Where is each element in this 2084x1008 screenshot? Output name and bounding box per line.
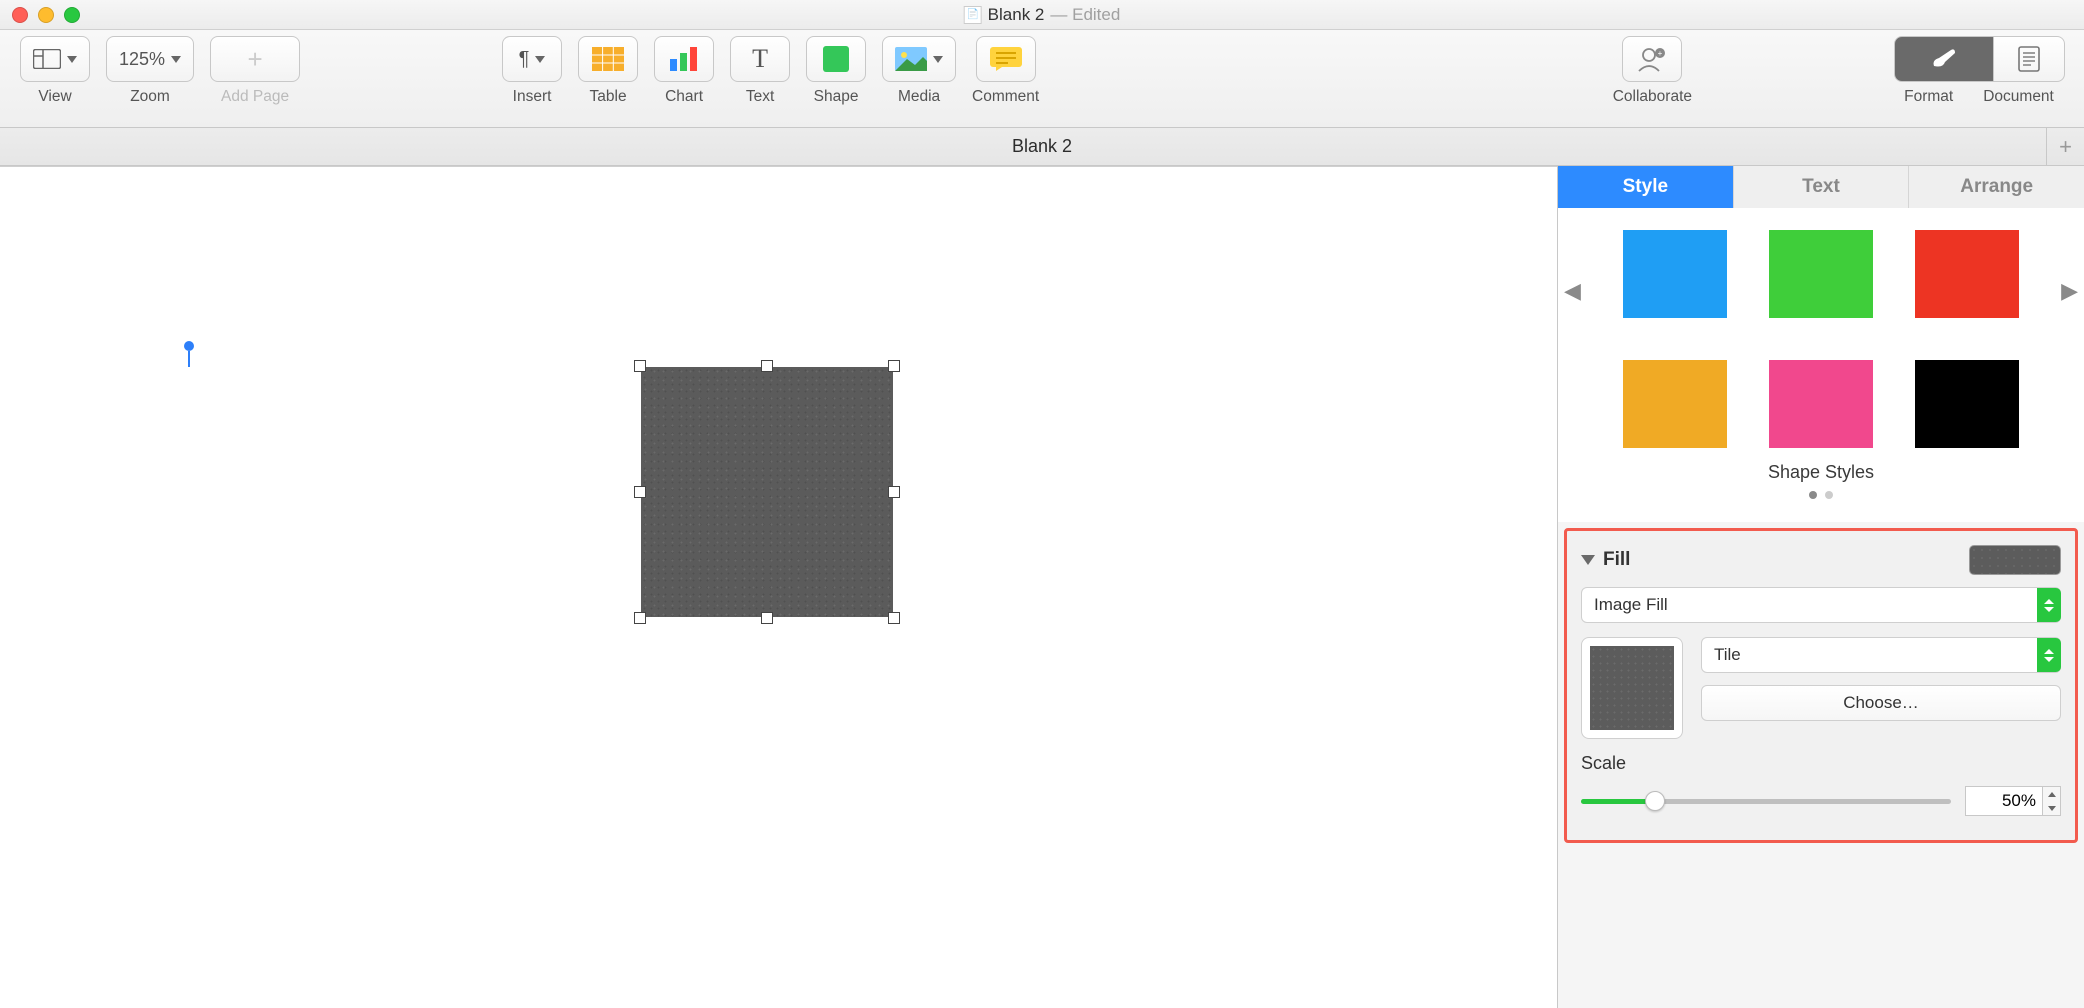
scale-value-input[interactable] [1965, 786, 2043, 816]
collaborate-button[interactable]: + [1622, 36, 1682, 82]
inspector-tab-text[interactable]: Text [1734, 166, 1910, 208]
paintbrush-icon [1929, 48, 1959, 70]
fill-heading: Fill [1603, 549, 1961, 571]
fill-type-popup[interactable]: Image Fill [1581, 587, 2061, 623]
format-inspector: Style Text Arrange ◀ ▶ Shape Styles Fill [1557, 166, 2084, 1008]
shape-style-swatch[interactable] [1915, 360, 2019, 448]
shape-style-swatch[interactable] [1915, 230, 2019, 318]
collaborate-icon: + [1636, 46, 1668, 72]
fill-panel: Fill Image Fill Tile Choose… [1564, 528, 2078, 843]
table-icon [592, 47, 624, 71]
text-button[interactable]: T [730, 36, 790, 82]
chart-icon [668, 47, 700, 71]
window-title: 📄 Blank 2 — Edited [964, 5, 1121, 25]
selected-shape[interactable] [641, 367, 893, 617]
styles-prev-icon[interactable]: ◀ [1564, 278, 1581, 304]
media-button[interactable] [882, 36, 956, 82]
add-tab-button[interactable]: + [2046, 128, 2084, 166]
popup-stepper-icon [2037, 588, 2061, 622]
zoom-label: Zoom [130, 86, 170, 106]
fill-preview-well[interactable] [1969, 545, 2061, 575]
shape-styles-label: Shape Styles [1580, 448, 2062, 487]
shape-button[interactable] [806, 36, 866, 82]
view-button[interactable] [20, 36, 90, 82]
minimize-window[interactable] [38, 7, 54, 23]
media-icon [895, 47, 927, 71]
resize-handle-w[interactable] [634, 486, 646, 498]
resize-handle-sw[interactable] [634, 612, 646, 624]
comment-icon [990, 47, 1022, 71]
shape-style-swatch[interactable] [1769, 360, 1873, 448]
zoom-value: 125% [119, 49, 165, 70]
shape-style-swatch[interactable] [1623, 230, 1727, 318]
chevron-down-icon [933, 56, 943, 63]
chart-label: Chart [665, 86, 703, 106]
page-dot[interactable] [1809, 491, 1817, 499]
document-label: Document [1983, 86, 2054, 106]
active-tab-name: Blank 2 [1012, 136, 1072, 157]
media-label: Media [898, 86, 940, 106]
shape-style-swatches [1580, 230, 2062, 448]
resize-handle-s[interactable] [761, 612, 773, 624]
format-label: Format [1904, 86, 1953, 106]
add-page-label: Add Page [221, 86, 289, 106]
inspector-tab-arrange[interactable]: Arrange [1909, 166, 2084, 208]
chevron-down-icon [535, 56, 545, 63]
view-label: View [38, 86, 71, 106]
chevron-down-icon [67, 56, 77, 63]
app-file-icon: 📄 [964, 6, 982, 24]
close-window[interactable] [12, 7, 28, 23]
window-controls [12, 7, 80, 23]
styles-next-icon[interactable]: ▶ [2061, 278, 2078, 304]
document-canvas[interactable] [0, 166, 1557, 1008]
resize-handle-se[interactable] [888, 612, 900, 624]
fill-type-value: Image Fill [1594, 595, 2037, 615]
insert-label: Insert [513, 86, 552, 106]
popup-stepper-icon [2037, 638, 2061, 672]
inspector-tab-style[interactable]: Style [1558, 166, 1734, 208]
disclosure-triangle-icon[interactable] [1581, 555, 1595, 565]
tiling-value: Tile [1714, 645, 2037, 665]
toolbar: View 125% Zoom + Add Page ¶ Insert Table… [0, 30, 2084, 128]
document-tab-bar: Blank 2 + [0, 128, 2084, 166]
image-fill-well[interactable] [1581, 637, 1683, 739]
scale-slider[interactable] [1581, 799, 1951, 804]
comment-button[interactable] [976, 36, 1036, 82]
shape-label: Shape [814, 86, 859, 106]
choose-image-button[interactable]: Choose… [1701, 685, 2061, 721]
doc-title: Blank 2 [988, 5, 1045, 25]
add-page-button[interactable]: + [210, 36, 300, 82]
image-fill-thumbnail [1590, 646, 1674, 730]
zoom-window[interactable] [64, 7, 80, 23]
scale-label: Scale [1581, 753, 2061, 774]
scale-stepper[interactable] [2043, 786, 2061, 816]
doc-edited-indicator: — Edited [1050, 5, 1120, 25]
tiling-popup[interactable]: Tile [1701, 637, 2061, 673]
chevron-down-icon [171, 56, 181, 63]
text-icon: T [752, 44, 768, 74]
resize-handle-n[interactable] [761, 360, 773, 372]
resize-handle-e[interactable] [888, 486, 900, 498]
page-dot[interactable] [1825, 491, 1833, 499]
comment-label: Comment [972, 86, 1039, 106]
titlebar: 📄 Blank 2 — Edited [0, 0, 2084, 30]
document-button[interactable] [1993, 36, 2065, 82]
insert-button[interactable]: ¶ [502, 36, 562, 82]
text-cursor-marker [184, 341, 194, 367]
table-label: Table [590, 86, 627, 106]
shape-icon [823, 46, 849, 72]
chart-button[interactable] [654, 36, 714, 82]
document-icon [2018, 46, 2040, 72]
zoom-button[interactable]: 125% [106, 36, 194, 82]
svg-text:+: + [1658, 49, 1663, 58]
resize-handle-nw[interactable] [634, 360, 646, 372]
text-label: Text [746, 86, 774, 106]
shape-style-swatch[interactable] [1623, 360, 1727, 448]
resize-handle-ne[interactable] [888, 360, 900, 372]
format-button[interactable] [1894, 36, 1994, 82]
collaborate-label: Collaborate [1613, 86, 1692, 106]
shape-style-swatch[interactable] [1769, 230, 1873, 318]
table-button[interactable] [578, 36, 638, 82]
slider-thumb[interactable] [1645, 791, 1665, 811]
